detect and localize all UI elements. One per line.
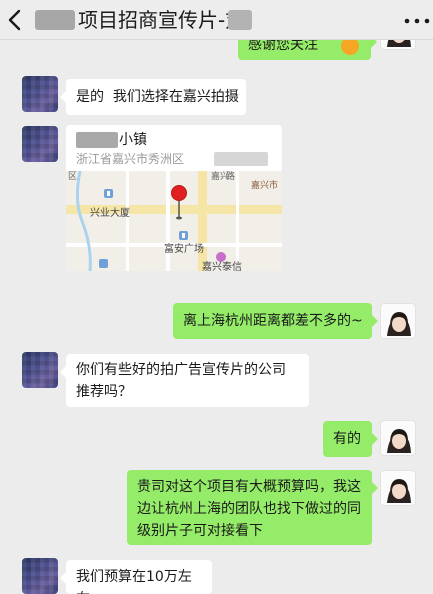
avatar-self[interactable] <box>380 470 416 506</box>
back-chevron-icon[interactable] <box>6 9 24 31</box>
map-poi-icon <box>216 252 226 262</box>
chat-title: 项目招商宣传片-刘 <box>78 8 246 32</box>
self-photo-icon <box>387 479 411 503</box>
location-address-blurred <box>214 152 268 166</box>
message-text: 是的 我们选择在嘉兴拍摄 <box>76 89 239 105</box>
map-label-xingye: 兴业大厦 <box>90 206 130 219</box>
message-bubble-self[interactable]: 有的 <box>323 421 378 457</box>
map-label-area: 区 <box>68 171 77 182</box>
map-label-jiaxingshi: 嘉兴市 <box>251 179 278 191</box>
message-bubble-self[interactable]: 贵司对这个项目有大概预算吗，我这边让杭州上海的团队也找下做过的同级别片子可对接看… <box>127 470 378 545</box>
avatar-other[interactable] <box>22 352 58 388</box>
map-building-icon <box>104 189 113 198</box>
map-building-icon <box>99 259 108 268</box>
location-map[interactable]: 区 嘉兴 路 嘉兴市 兴业大厦 富安广场 嘉兴泰信 <box>66 171 282 271</box>
message-bubble-other[interactable]: 你们有些好的拍广告宣传片的公司推荐吗？ <box>60 354 309 407</box>
location-name-blurred <box>76 132 118 148</box>
message-bubble-other[interactable]: 我们预算在10万左右 <box>60 560 212 594</box>
avatar-other[interactable] <box>22 76 58 112</box>
message-bubble-self[interactable]: 离上海杭州距离都差不多的~ <box>173 303 378 339</box>
map-building-icon <box>179 231 188 240</box>
message-text: 贵司对这个项目有大概预算吗，我这边让杭州上海的团队也找下做过的同级别片子可对接看… <box>137 479 361 539</box>
message-text: 我们预算在10万左右 <box>76 569 192 594</box>
self-photo-icon <box>387 312 411 336</box>
chat-header: 项目招商宣传片-刘 <box>0 0 433 40</box>
message-bubble-other[interactable]: 是的 我们选择在嘉兴拍摄 <box>60 79 246 115</box>
message-text: 离上海杭州距离都差不多的~ <box>183 313 363 329</box>
avatar-self[interactable] <box>380 303 416 339</box>
self-photo-icon <box>387 429 411 453</box>
map-label-bottom: 嘉兴泰信 <box>202 260 242 271</box>
map-label-fuan: 富安广场 <box>164 242 204 255</box>
title-blurred-suffix <box>228 10 252 30</box>
avatar-other[interactable] <box>22 126 58 162</box>
avatar-self[interactable] <box>380 420 416 456</box>
location-name: 小镇 <box>119 132 147 148</box>
message-text: 你们有些好的拍广告宣传片的公司推荐吗？ <box>76 362 286 400</box>
location-card[interactable]: 小镇 浙江省嘉兴市秀洲区 区 嘉兴 路 嘉兴市 兴业大厦 富安广场 嘉兴泰信 <box>66 125 282 271</box>
location-address: 浙江省嘉兴市秀洲区 <box>76 152 185 166</box>
map-label-road2: 路 <box>226 171 235 182</box>
avatar-other[interactable] <box>22 558 58 594</box>
message-text: 有的 <box>333 431 361 447</box>
more-dots-icon[interactable] <box>404 18 430 24</box>
title-blurred-segment <box>35 10 75 30</box>
